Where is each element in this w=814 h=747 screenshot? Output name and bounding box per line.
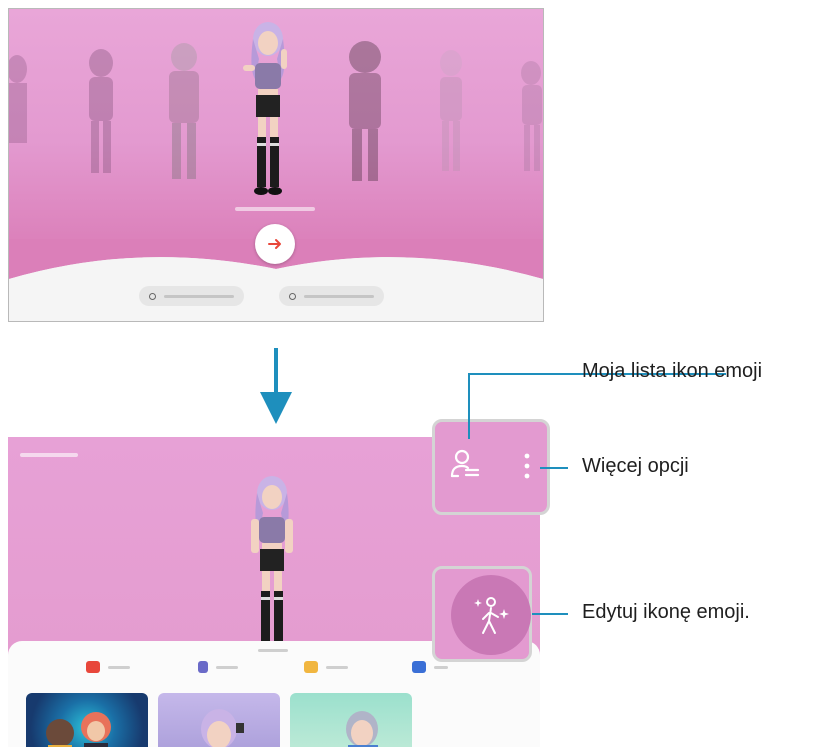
camera-icon	[149, 292, 156, 300]
studio-icon	[198, 661, 208, 673]
avatar-option[interactable]	[157, 41, 211, 191]
app-title	[20, 453, 78, 457]
tab-label	[108, 665, 130, 669]
avatar-carousel[interactable]	[9, 9, 543, 249]
create-with-camera-button[interactable]	[139, 286, 244, 306]
avatar-selection-screen	[8, 8, 544, 322]
tab-label	[326, 665, 348, 669]
tab-gallery[interactable]	[412, 661, 448, 673]
pill-label	[164, 294, 234, 298]
next-button[interactable]	[255, 224, 295, 264]
more-options-button[interactable]	[520, 452, 534, 482]
callout-line	[468, 373, 470, 439]
person-sparkle-icon	[474, 597, 509, 634]
callout-line	[532, 613, 568, 615]
gallery-icon	[412, 661, 426, 673]
avatar-option[interactable]	[429, 49, 473, 179]
avatar-name	[235, 207, 315, 211]
edit-emoji-button[interactable]	[451, 575, 531, 655]
thumbnail-image	[46, 712, 111, 747]
camera-thumbnail[interactable]	[290, 693, 412, 747]
callout-label-more-options: Więcej opcji	[582, 455, 689, 477]
callout-line	[540, 467, 568, 469]
drag-handle[interactable]	[258, 649, 288, 652]
person-list-icon	[450, 449, 480, 478]
tab-label	[216, 665, 238, 669]
more-vertical-icon	[524, 453, 530, 479]
thumbnail-image	[201, 709, 244, 747]
selected-avatar[interactable]	[235, 19, 301, 209]
my-emoji-list-button[interactable]	[448, 448, 488, 484]
avatar-option[interactable]	[9, 49, 39, 189]
sticker-icon	[86, 661, 100, 673]
sticker-thumbnail[interactable]	[26, 693, 148, 747]
image-icon	[289, 292, 296, 300]
camera-icon	[304, 661, 318, 673]
callout-label-my-emoji-list: Moja lista ikon emoji	[582, 360, 763, 382]
create-from-image-button[interactable]	[279, 286, 384, 306]
arrow-down-icon	[260, 348, 292, 424]
pill-label	[304, 294, 374, 298]
avatar-option[interactable]	[335, 39, 395, 189]
tab-camera[interactable]	[304, 661, 348, 673]
tab-label	[434, 665, 448, 669]
studio-thumbnail[interactable]	[158, 693, 280, 747]
arrow-right-icon	[268, 239, 281, 249]
my-avatar[interactable]	[239, 473, 305, 663]
tab-stickers[interactable]	[86, 661, 130, 673]
callout-label-edit-emoji: Edytuj ikonę emoji.	[582, 601, 750, 623]
tab-studio[interactable]	[198, 661, 238, 673]
avatar-option[interactable]	[513, 59, 543, 179]
thumbnail-image	[346, 711, 378, 747]
avatar-option[interactable]	[77, 47, 125, 187]
